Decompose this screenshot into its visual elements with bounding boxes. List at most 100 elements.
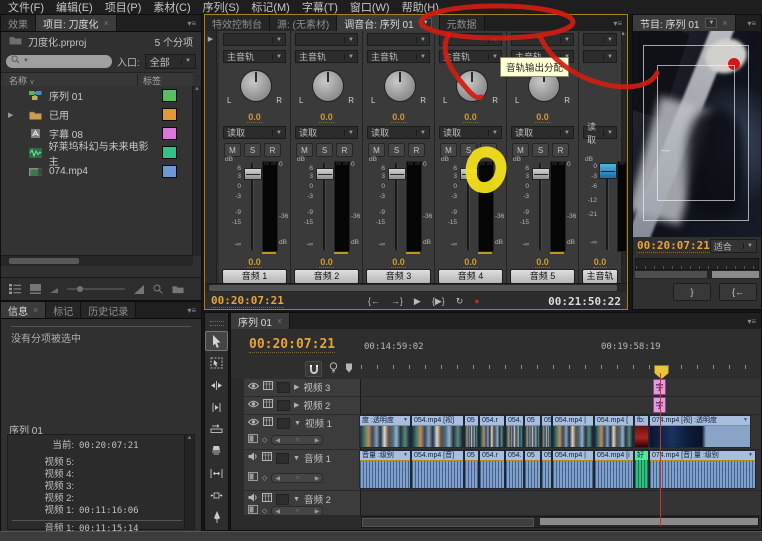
timeline-clip[interactable]: 05 — [464, 450, 479, 489]
timeline-clip[interactable]: 054. — [505, 415, 524, 448]
fader-track[interactable] — [388, 163, 406, 250]
timeline-clip[interactable]: 054.mp4 [视] — [411, 415, 464, 448]
menu-item-3[interactable]: 素材(C) — [147, 0, 196, 15]
encore-chapter-marker-icon[interactable] — [329, 362, 338, 376]
track-name-button[interactable]: 音频 5 — [510, 269, 575, 284]
mute-button[interactable]: M — [296, 143, 313, 157]
play-button[interactable]: ▶ — [414, 296, 421, 307]
project-vertical-scrollbar[interactable]: ▲ — [192, 86, 201, 256]
rate-stretch-tool[interactable] — [205, 419, 228, 439]
effects-sends-dropdown[interactable]: ▼ — [295, 33, 358, 46]
keyframe-navigator[interactable]: ◀ ○ ▶ — [271, 506, 324, 516]
snap-icon[interactable] — [305, 361, 322, 377]
mixer-tab-0[interactable]: 特效控制台 — [205, 15, 270, 31]
slide-tool[interactable] — [205, 485, 228, 505]
razor-tool[interactable] — [205, 441, 228, 461]
timeline-clip[interactable]: fb: — [634, 415, 649, 448]
mute-button[interactable]: M — [368, 143, 385, 157]
panel-menu-icon[interactable]: ▾≡ — [608, 15, 627, 31]
program-scrollbar[interactable] — [635, 270, 759, 279]
search-input[interactable]: ▼ — [6, 54, 112, 68]
project-tab-0[interactable]: 效果 — [1, 15, 36, 31]
output-assign-dropdown[interactable]: 主音轨 ▼ — [439, 50, 502, 63]
fader-handle[interactable] — [460, 168, 478, 180]
effects-sends-dropdown[interactable]: ▼ — [223, 33, 286, 46]
menu-item-6[interactable]: 字幕(T) — [296, 0, 344, 15]
mute-button[interactable]: M — [440, 143, 457, 157]
fader-track[interactable] — [599, 163, 617, 250]
track-lock-toggle[interactable] — [277, 399, 290, 411]
track-content[interactable]: 音量 :级别 ▼ 054.mp4 [音] 05 054.r 054. 05 05 054.mp4… — [359, 450, 761, 491]
toggle-track-audio-icon[interactable] — [248, 493, 258, 505]
close-icon[interactable]: × — [104, 18, 109, 28]
pan-value[interactable]: 0.0 — [507, 112, 578, 123]
zoom-in-triangle-icon[interactable] — [134, 284, 144, 294]
effects-sends-dropdown[interactable]: ▼ — [583, 33, 617, 46]
selection-tool[interactable] — [205, 331, 228, 351]
mixer-expand-rail[interactable]: ▶ — [205, 31, 217, 283]
timeline-clip[interactable]: 054. — [505, 450, 524, 489]
timeline-clip[interactable]: 054.mp4 [i — [594, 450, 634, 489]
track-lock-toggle[interactable] — [277, 417, 290, 429]
track-content[interactable] — [361, 491, 761, 516]
mute-button[interactable]: M — [512, 143, 529, 157]
automation-mode-dropdown[interactable]: 读取 ▼ — [511, 126, 574, 139]
sync-lock-icon[interactable] — [263, 381, 273, 393]
zoom-out-triangle-icon[interactable] — [50, 286, 58, 293]
pan-knob[interactable] — [311, 70, 344, 102]
close-icon[interactable]: × — [722, 18, 727, 28]
project-item-row[interactable]: 序列 01 — [1, 86, 193, 105]
label-color-swatch[interactable] — [162, 127, 177, 140]
fader-handle[interactable] — [388, 168, 406, 180]
go-to-out-bracket-button[interactable]: } — [673, 283, 711, 301]
program-timecode[interactable]: 00:20:07:21 — [637, 239, 710, 253]
label-color-swatch[interactable] — [162, 146, 177, 159]
collapse-triangle-icon[interactable]: ▶ — [294, 401, 299, 409]
go-to-out-button[interactable]: →} — [391, 296, 403, 306]
icon-view-icon[interactable] — [30, 284, 41, 294]
panel-menu-icon[interactable]: ▾≡ — [182, 15, 201, 31]
pan-value[interactable]: 0.0 — [219, 112, 290, 123]
set-display-style-icon[interactable] — [248, 434, 258, 446]
program-tab-0[interactable]: 节目: 序列 01 ▼ × — [633, 15, 736, 31]
close-icon[interactable]: × — [277, 316, 282, 326]
column-label[interactable]: 标签 — [137, 73, 193, 87]
label-color-swatch[interactable] — [162, 108, 177, 121]
fader-handle[interactable] — [316, 168, 334, 180]
effects-sends-dropdown[interactable]: ▼ — [511, 33, 574, 46]
track-select-tool[interactable] — [205, 353, 228, 373]
fader-handle[interactable] — [532, 168, 550, 180]
timeline-clip[interactable]: 054.r — [479, 415, 505, 448]
record-arm-button[interactable]: R — [552, 143, 569, 157]
expand-triangle-icon[interactable]: ▶ — [8, 111, 13, 119]
automation-mode-dropdown[interactable]: 读取 ▼ — [583, 122, 617, 145]
rolling-edit-tool[interactable] — [205, 397, 228, 417]
master-fader-handle[interactable] — [599, 163, 617, 179]
track-lock-toggle[interactable] — [277, 381, 290, 393]
toggle-track-output-icon[interactable] — [247, 418, 260, 429]
automation-mode-dropdown[interactable]: 读取 ▼ — [439, 126, 502, 139]
timeline-clip[interactable]: 054.mp4 | — [552, 450, 594, 489]
record-button[interactable]: ● — [474, 296, 479, 306]
project-item-row[interactable]: 好莱坞科幻与未来电影主 — [1, 142, 193, 168]
output-assign-dropdown[interactable]: 主音轨 ▼ — [223, 50, 286, 63]
panel-menu-icon[interactable]: ▾≡ — [742, 15, 761, 31]
keyframe-diamond-icon[interactable]: ◇ — [262, 507, 267, 515]
timeline-ruler[interactable] — [361, 357, 761, 369]
output-assign-dropdown[interactable]: 主音轨 ▼ — [367, 50, 430, 63]
track-name-button[interactable]: 音频 2 — [294, 269, 359, 284]
keyframe-navigator[interactable]: ◀ ○ ▶ — [271, 435, 324, 445]
level-value[interactable]: 0.0 — [219, 257, 290, 268]
set-display-style-icon[interactable] — [248, 505, 258, 517]
info-tab-2[interactable]: 历史记录 — [81, 302, 137, 318]
fader-track[interactable] — [244, 163, 262, 250]
record-arm-button[interactable]: R — [408, 143, 425, 157]
effects-sends-dropdown[interactable]: ▼ — [367, 33, 430, 46]
output-assign-dropdown[interactable]: ▼ — [583, 50, 617, 63]
loop-button[interactable]: ↻ — [456, 296, 464, 307]
timeline-horizontal-scrollbar[interactable] — [361, 516, 759, 528]
list-view-icon[interactable] — [9, 284, 21, 294]
fader-track[interactable] — [316, 163, 334, 250]
pan-knob[interactable] — [239, 70, 272, 102]
track-lock-toggle[interactable] — [276, 493, 289, 505]
